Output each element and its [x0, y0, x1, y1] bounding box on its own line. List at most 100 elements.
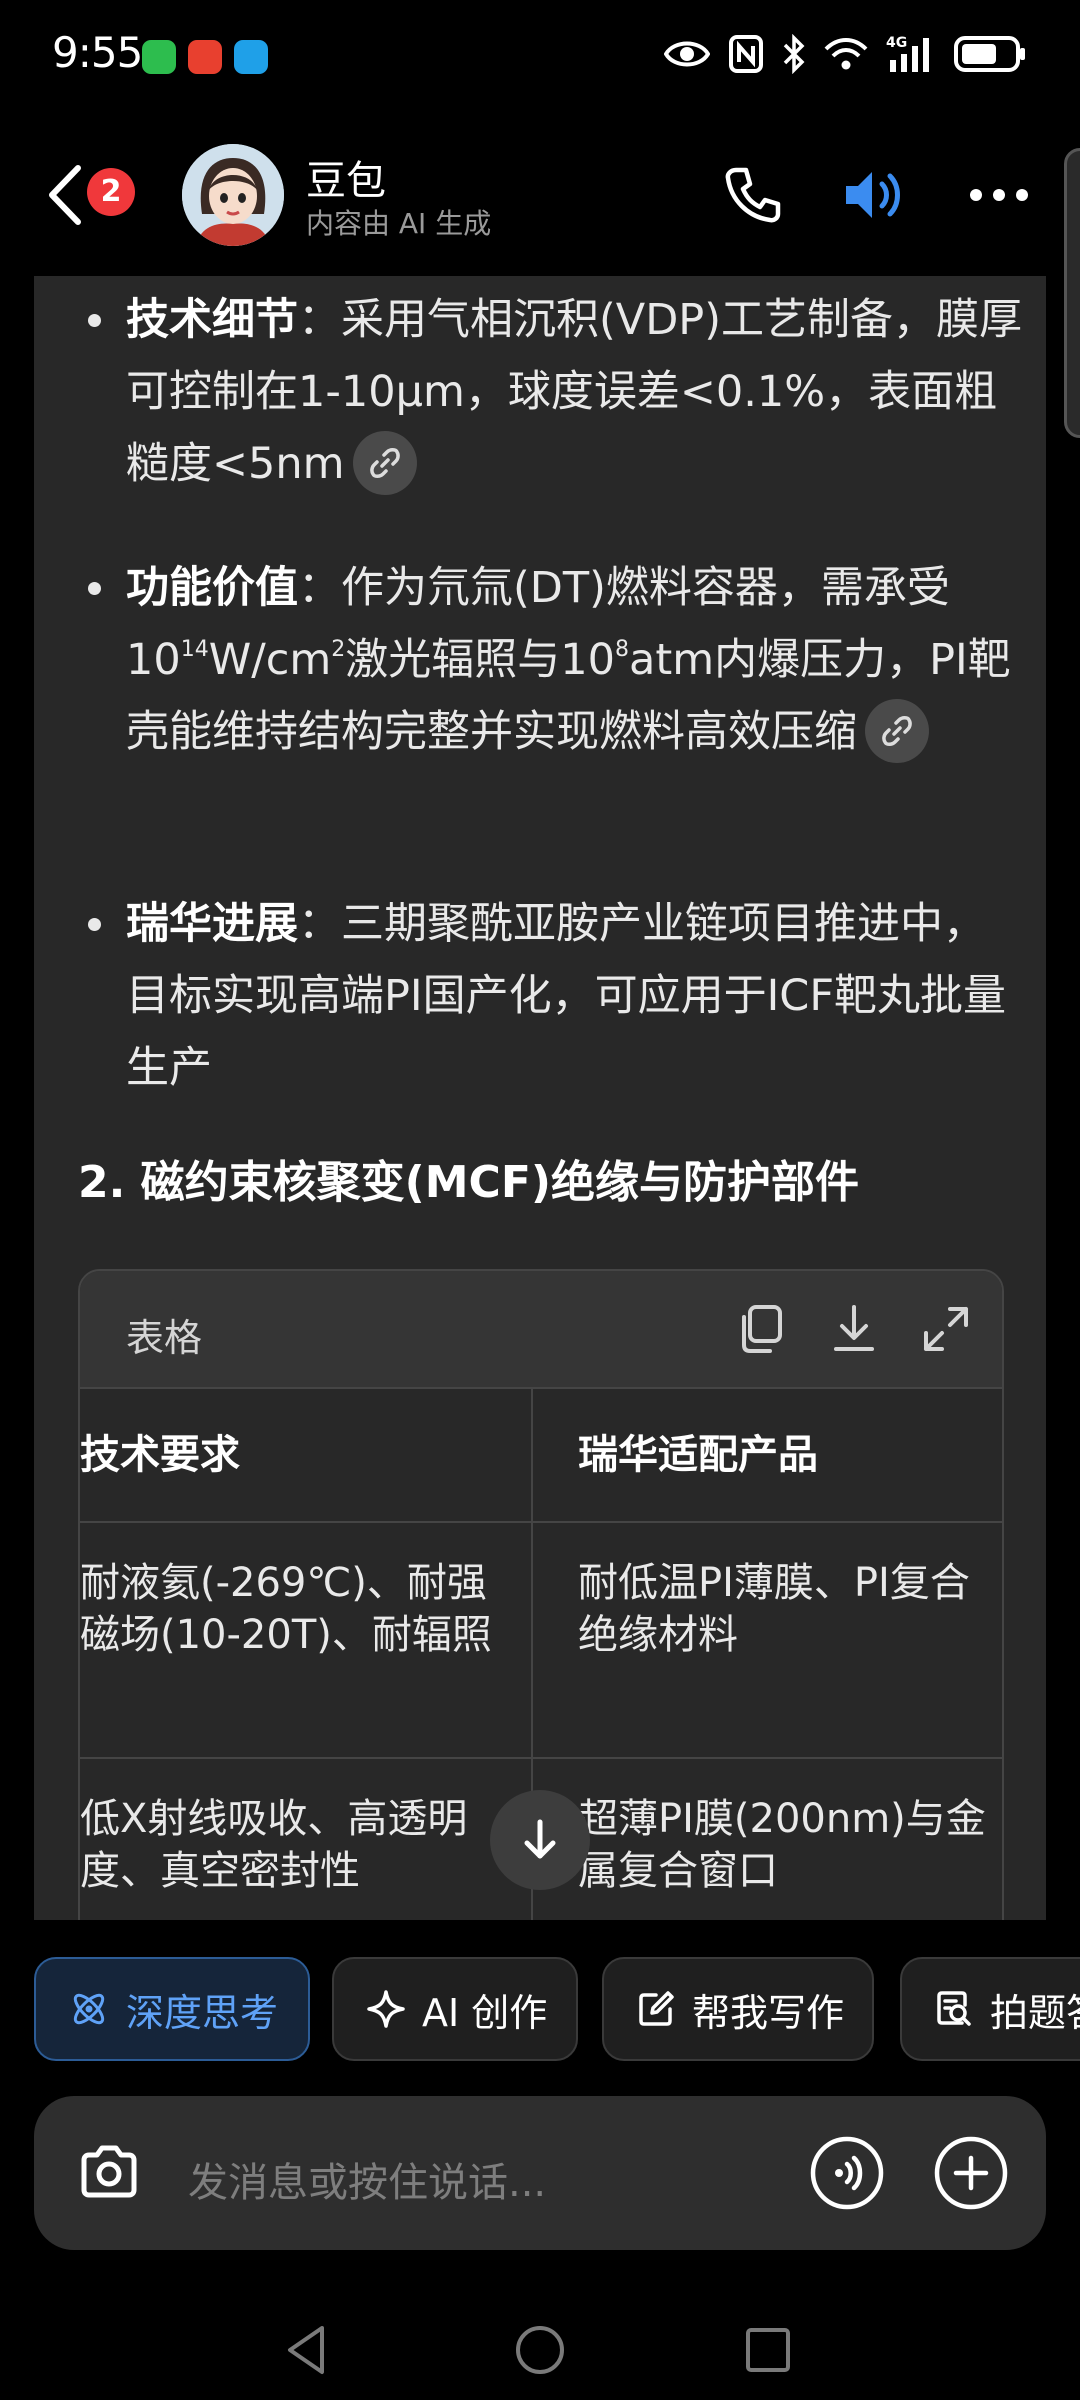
citation-link-button[interactable]: [352, 430, 417, 495]
triangle-back-icon: [288, 2326, 324, 2374]
circle-home-icon: [516, 2326, 564, 2374]
nfc-icon: [729, 35, 763, 73]
svg-text:4G: 4G: [886, 35, 907, 51]
table-header-cell: 瑞华适配产品: [578, 1432, 818, 1478]
message-input-bar: 发消息或按住说话...: [34, 2096, 1046, 2250]
bullet-separator: ：: [298, 295, 341, 345]
expand-icon: [924, 1307, 968, 1351]
bullet-separator: ：: [298, 899, 341, 949]
bullet-item: 功能价值：作为氘氚(DT)燃料容器，需承受1014W/cm2激光辐照与108at…: [88, 552, 1026, 768]
square-recents-icon: [746, 2328, 790, 2372]
chip-label: 帮我写作: [692, 1990, 845, 2035]
chip-label: 拍题答疑: [990, 1990, 1080, 2035]
back-button[interactable]: 2: [40, 160, 140, 232]
bullet-dot: [88, 314, 101, 327]
eye-icon: [664, 41, 710, 67]
bluetooth-icon: [783, 34, 805, 74]
phone-icon: [725, 167, 781, 223]
arrow-down-icon: [524, 1819, 556, 1859]
plus-icon: [934, 2136, 1008, 2210]
table-toolbar: 表格: [80, 1271, 1002, 1389]
table-cell: 超薄PI膜(200nm)与金属复合窗口: [578, 1796, 986, 1894]
table-header-row: 技术要求 瑞华适配产品: [80, 1389, 1002, 1523]
chat-subtitle: 内容由 AI 生成: [306, 207, 492, 240]
table-cell: 低X射线吸收、高透明度、真空密封性: [80, 1796, 468, 1894]
status-icons: 4G: [664, 34, 1026, 74]
copy-icon: [742, 1305, 782, 1353]
nav-home-button[interactable]: [512, 2322, 568, 2378]
copy-table-button[interactable]: [732, 1299, 792, 1359]
chip-label: 深度思考: [126, 1990, 279, 2035]
bullet-separator: ：: [298, 563, 341, 613]
link-icon: [882, 715, 912, 746]
column-divider: [531, 1389, 533, 1521]
camera-icon: [81, 2145, 137, 2198]
table-row: 耐液氦(-269℃)、耐强磁场(10-20T)、耐辐照 耐低温PI薄膜、PI复合…: [80, 1523, 1002, 1759]
ai-message: 技术细节：采用气相沉积(VDP)工艺制备，膜厚可控制在1-10μm，球度误差<0…: [34, 276, 1046, 1920]
scan-question-icon: [937, 1991, 971, 2026]
chat-header: 2 豆包 内容由 AI 生成: [0, 130, 1080, 260]
expand-table-button[interactable]: [916, 1299, 976, 1359]
superscript: 2: [331, 637, 346, 662]
bullet-dot: [88, 582, 101, 595]
section-heading: 2. 磁约束核聚变(MCF)绝缘与防护部件: [78, 1157, 859, 1208]
avatar[interactable]: [182, 144, 284, 246]
bullet-dot: [88, 918, 101, 931]
more-icon: [970, 189, 1028, 201]
bullet-label: 瑞华进展: [126, 899, 298, 949]
download-table-button[interactable]: [824, 1299, 884, 1359]
bullet-item: 瑞华进展：三期聚酰亚胺产业链项目推进中，目标实现高端PI国产化，可应用于ICF靶…: [88, 888, 1026, 1104]
bullet-label: 功能价值: [126, 563, 298, 613]
table-toolbar-label: 表格: [126, 1316, 203, 1360]
status-bar: 9:55 4G: [0, 0, 1080, 112]
chip-photo-question[interactable]: 拍题答疑: [900, 1957, 1080, 2061]
side-drawer-handle[interactable]: [1064, 148, 1080, 438]
bullet-label: 技术细节: [126, 295, 298, 345]
chip-deep-thinking[interactable]: 深度思考: [34, 1957, 310, 2061]
table-cell: 耐低温PI薄膜、PI复合绝缘材料: [578, 1560, 970, 1658]
phone-call-button[interactable]: [718, 160, 788, 230]
voice-input-button[interactable]: [808, 2134, 886, 2212]
app-root: 9:55 4G 2 豆包 内容由 AI 生成 技术细节：采用气相沉积(VDP)工…: [0, 0, 1080, 2400]
app-notification-icon: [188, 40, 222, 74]
voice-playback-button[interactable]: [838, 160, 908, 230]
battery-icon: [954, 36, 1025, 72]
nav-back-button[interactable]: [280, 2322, 336, 2378]
unread-badge: 2: [87, 168, 135, 216]
add-attachment-button[interactable]: [932, 2134, 1010, 2212]
chip-label: AI 创作: [422, 1990, 548, 2035]
message-input[interactable]: 发消息或按住说话...: [188, 2150, 546, 2208]
nav-recents-button[interactable]: [740, 2322, 796, 2378]
bullet-text: W/cm: [208, 635, 332, 685]
superscript: 8: [614, 637, 629, 662]
column-divider: [531, 1523, 533, 1757]
wechat-icon: [142, 40, 176, 74]
table-header-cell: 技术要求: [80, 1432, 240, 1478]
speaker-icon: [846, 172, 900, 218]
citation-link-button[interactable]: [865, 698, 929, 763]
scroll-to-bottom-button[interactable]: [490, 1790, 590, 1890]
avatar-image: [182, 144, 284, 246]
chevron-left-icon: [49, 165, 81, 225]
voice-wave-icon: [810, 2136, 884, 2210]
status-time: 9:55: [52, 28, 143, 77]
atom-icon: [73, 1993, 105, 2025]
more-options-button[interactable]: [964, 160, 1034, 230]
chat-name: 豆包: [306, 158, 386, 204]
camera-button[interactable]: [74, 2138, 144, 2208]
edit-icon: [639, 1991, 674, 2026]
link-icon: [369, 447, 400, 478]
table-cell: 耐液氦(-269℃)、耐强磁场(10-20T)、耐辐照: [80, 1560, 492, 1658]
chip-help-write[interactable]: 帮我写作: [602, 1957, 874, 2061]
superscript: 14: [180, 637, 209, 662]
quick-action-chips: 深度思考 AI 创作 帮我写作 拍题答疑: [34, 1957, 1080, 2063]
download-icon: [834, 1305, 874, 1351]
cellular-signal-icon: 4G: [886, 35, 929, 72]
system-nav-bar: [0, 2300, 1080, 2400]
bullet-item: 技术细节：采用气相沉积(VDP)工艺制备，膜厚可控制在1-10μm，球度误差<0…: [88, 284, 1026, 500]
browser-icon: [234, 40, 268, 74]
sparkle-icon: [367, 1990, 405, 2028]
wifi-icon: [824, 38, 868, 70]
bullet-text: 激光辐照与10: [345, 635, 615, 685]
chip-ai-create[interactable]: AI 创作: [332, 1957, 578, 2061]
